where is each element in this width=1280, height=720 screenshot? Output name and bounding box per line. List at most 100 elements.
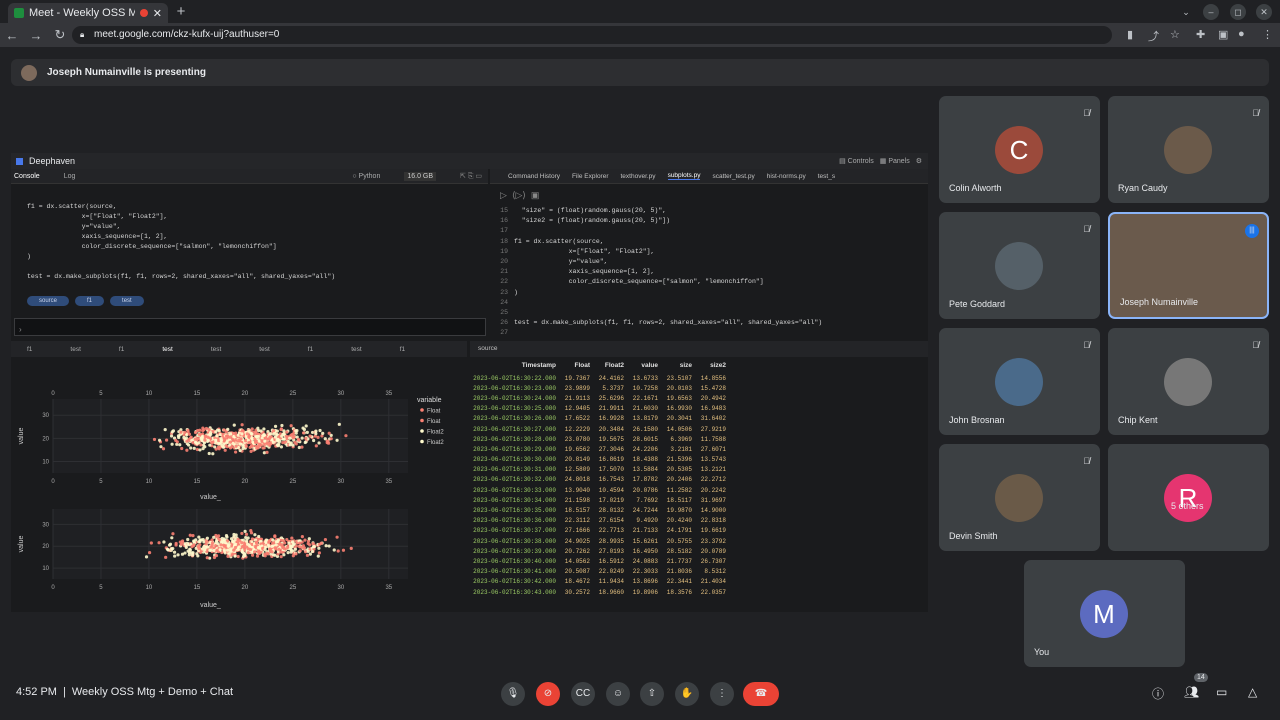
table-row[interactable]: 2023-06-02T16:30:24.000 21.9113 25.6296 22.… xyxy=(470,393,732,403)
reload-icon[interactable]: ↻ xyxy=(48,27,72,43)
tab-subplots[interactable]: subplots.py xyxy=(667,172,701,180)
table-row[interactable]: 2023-06-02T16:30:40.000 14.0562 16.5912 24.… xyxy=(470,556,732,566)
table-row[interactable]: 2023-06-02T16:30:37.000 27.1666 22.7713 21.… xyxy=(470,526,732,536)
close-tab-icon[interactable]: ✕ xyxy=(153,7,162,20)
table-row[interactable]: 2023-06-02T16:30:34.000 21.1598 17.0219 7.7… xyxy=(470,495,732,505)
controls-button[interactable]: ▤ Controls xyxy=(839,157,874,165)
plot-tab[interactable]: test xyxy=(211,346,221,353)
participant-tile[interactable]: C 🎙̸ Colin Alworth xyxy=(939,96,1100,203)
tab-file-explorer[interactable]: File Explorer xyxy=(572,173,608,180)
captions-button[interactable]: CC xyxy=(571,682,595,706)
table-row[interactable]: 2023-06-02T16:30:42.000 18.4672 11.9434 13.… xyxy=(470,577,732,587)
table-row[interactable]: 2023-06-02T16:30:32.000 24.8018 16.7543 17.… xyxy=(470,475,732,485)
source-table[interactable]: Timestamp Float Float2 value size size2 2023-0… xyxy=(470,357,928,612)
plot-tab[interactable]: f1 xyxy=(400,346,405,353)
panels-button[interactable]: ▦ Panels xyxy=(880,157,910,165)
camera-in-use-icon[interactable]: ▮ xyxy=(1127,28,1133,41)
code-editor[interactable]: 15 "size" = (float)random.gauss(20, 5)",… xyxy=(490,206,928,340)
participant-tile[interactable]: 🎙̸ Pete Goddard xyxy=(939,212,1100,319)
new-tab-button[interactable]: + xyxy=(172,3,190,21)
table-row[interactable]: 2023-06-02T16:30:26.000 17.6522 16.9928 13.… xyxy=(470,414,732,424)
run-icon[interactable]: ▷ xyxy=(500,190,507,200)
plot-tab[interactable]: test xyxy=(259,346,269,353)
profile-avatar-icon[interactable]: ● xyxy=(1238,28,1245,40)
pill-f1[interactable]: f1 xyxy=(75,296,105,306)
console-tools-icon[interactable]: ⇱ ⎘ ▭ xyxy=(460,172,482,181)
plot-tab[interactable]: f1 xyxy=(27,346,32,353)
close-window-button[interactable]: ✕ xyxy=(1256,4,1272,20)
table-row[interactable]: 2023-06-02T16:30:27.000 12.2229 20.3484 26.… xyxy=(470,424,732,434)
table-row[interactable]: 2023-06-02T16:30:38.000 24.9025 28.9935 15.… xyxy=(470,536,732,546)
tab-test-s[interactable]: test_s xyxy=(818,173,835,180)
table-row[interactable]: 2023-06-02T16:30:23.000 23.9899 5.3737 10.7… xyxy=(470,383,732,393)
forward-icon[interactable]: → xyxy=(24,28,48,43)
settings-gear-icon[interactable]: ⚙ xyxy=(916,157,922,165)
table-row[interactable]: 2023-06-02T16:30:31.000 12.5809 17.5070 13.… xyxy=(470,465,732,475)
table-row[interactable]: 2023-06-02T16:30:36.000 22.3112 27.6154 9.4… xyxy=(470,516,732,526)
camera-off-button[interactable]: ⊘ xyxy=(536,682,560,706)
column-header[interactable]: size2 xyxy=(698,357,732,373)
column-header[interactable]: Float xyxy=(562,357,596,373)
extensions-icon[interactable]: ✚ xyxy=(1196,28,1205,41)
meeting-details-icon[interactable]: ⓘ xyxy=(1152,685,1164,702)
table-row[interactable]: 2023-06-02T16:30:33.000 13.9040 10.4594 20.… xyxy=(470,485,732,495)
chat-icon[interactable]: ▭ xyxy=(1216,685,1227,699)
participant-tile[interactable]: 🎙̸ John Brosnan xyxy=(939,328,1100,435)
back-icon[interactable]: ← xyxy=(0,28,24,43)
plot-tab[interactable]: f1 xyxy=(119,346,124,353)
plot-tab[interactable]: test xyxy=(162,346,172,353)
pill-source[interactable]: source xyxy=(27,296,70,306)
people-icon[interactable]: 👥︎ xyxy=(1184,685,1199,699)
table-row[interactable]: 2023-06-02T16:30:41.000 20.5087 22.0249 22.… xyxy=(470,567,732,577)
tab-command-history[interactable]: Command History xyxy=(508,173,560,180)
column-header[interactable]: Timestamp xyxy=(470,357,562,373)
table-row[interactable]: 2023-06-02T16:30:22.000 19.7367 24.4162 13.… xyxy=(470,373,732,383)
participant-tile[interactable]: M You xyxy=(1024,560,1185,667)
participant-tile[interactable]: R5 others xyxy=(1108,444,1269,551)
table-row[interactable]: 2023-06-02T16:30:39.000 20.7262 27.0193 16.… xyxy=(470,546,732,556)
tab-hist-norms[interactable]: hist-norms.py xyxy=(767,173,806,180)
participant-tile[interactable]: 🎙̸ Ryan Caudy xyxy=(1108,96,1269,203)
minimize-button[interactable]: – xyxy=(1203,4,1219,20)
plot-tab[interactable]: f1 xyxy=(308,346,313,353)
plot-tab[interactable]: test xyxy=(70,346,80,353)
sidebar-icon[interactable]: ▣ xyxy=(1218,28,1228,41)
leave-call-button[interactable]: ☎ xyxy=(743,682,779,706)
microphone-button[interactable]: 🎙︎ xyxy=(501,682,525,706)
plot-tab[interactable]: test xyxy=(351,346,361,353)
column-header[interactable]: size xyxy=(664,357,698,373)
table-row[interactable]: 2023-06-02T16:30:35.000 18.5157 28.0132 24.… xyxy=(470,505,732,515)
table-row[interactable]: 2023-06-02T16:30:28.000 23.0780 19.5675 28.… xyxy=(470,434,732,444)
tab-texthover[interactable]: texthover.py xyxy=(621,173,656,180)
table-row[interactable]: 2023-06-02T16:30:43.000 30.2572 18.9660 19.… xyxy=(470,587,732,597)
participant-tile[interactable]: ||| Joseph Numainville xyxy=(1108,212,1269,319)
tab-scatter-test[interactable]: scatter_test.py xyxy=(712,173,754,180)
run-selection-icon[interactable]: ⟨▷⟩ xyxy=(512,190,526,200)
browser-menu-icon[interactable]: ⋮ xyxy=(1262,28,1273,41)
bookmark-star-icon[interactable]: ☆ xyxy=(1170,28,1180,41)
tab-log[interactable]: Log xyxy=(64,173,76,180)
raise-hand-button[interactable]: ✋ xyxy=(675,682,699,706)
table-row[interactable]: 2023-06-02T16:30:29.000 19.6562 27.3046 24.… xyxy=(470,444,732,454)
tab-search-icon[interactable]: ⌄ xyxy=(1178,4,1194,20)
present-button[interactable]: ⇧ xyxy=(640,682,664,706)
console-input[interactable]: › xyxy=(14,318,486,336)
share-icon[interactable]: ⤴ xyxy=(1148,28,1159,44)
participant-tile[interactable]: 🎙̸ Devin Smith xyxy=(939,444,1100,551)
maximize-button[interactable]: ◻ xyxy=(1230,4,1246,20)
table-row[interactable]: 2023-06-02T16:30:25.000 12.9405 21.9911 21.… xyxy=(470,404,732,414)
pill-test[interactable]: test xyxy=(110,296,144,306)
participant-tile[interactable]: 🎙̸ Chip Kent xyxy=(1108,328,1269,435)
save-icon[interactable]: ▣ xyxy=(531,190,540,200)
address-bar[interactable]: 🔒︎ meet.google.com/ckz-kufx-uij?authuser… xyxy=(72,26,1112,44)
subplots-chart[interactable]: 0 0 5 5 10 10 15 15 20 20 25 25 30 30 35 35 10 20 30 value_… xyxy=(11,357,467,612)
table-row[interactable]: 2023-06-02T16:30:30.000 20.8149 16.8619 18.… xyxy=(470,455,732,465)
tab-console[interactable]: Console xyxy=(14,173,40,180)
activities-icon[interactable]: △ xyxy=(1248,685,1257,699)
emoji-button[interactable]: ☺ xyxy=(606,682,630,706)
tab-source[interactable]: source xyxy=(478,345,498,352)
browser-tab[interactable]: Meet - Weekly OSS Mtg ✕ xyxy=(8,3,168,23)
more-options-button[interactable]: ⋮ xyxy=(710,682,734,706)
column-header[interactable]: Float2 xyxy=(596,357,630,373)
column-header[interactable]: value xyxy=(630,357,664,373)
